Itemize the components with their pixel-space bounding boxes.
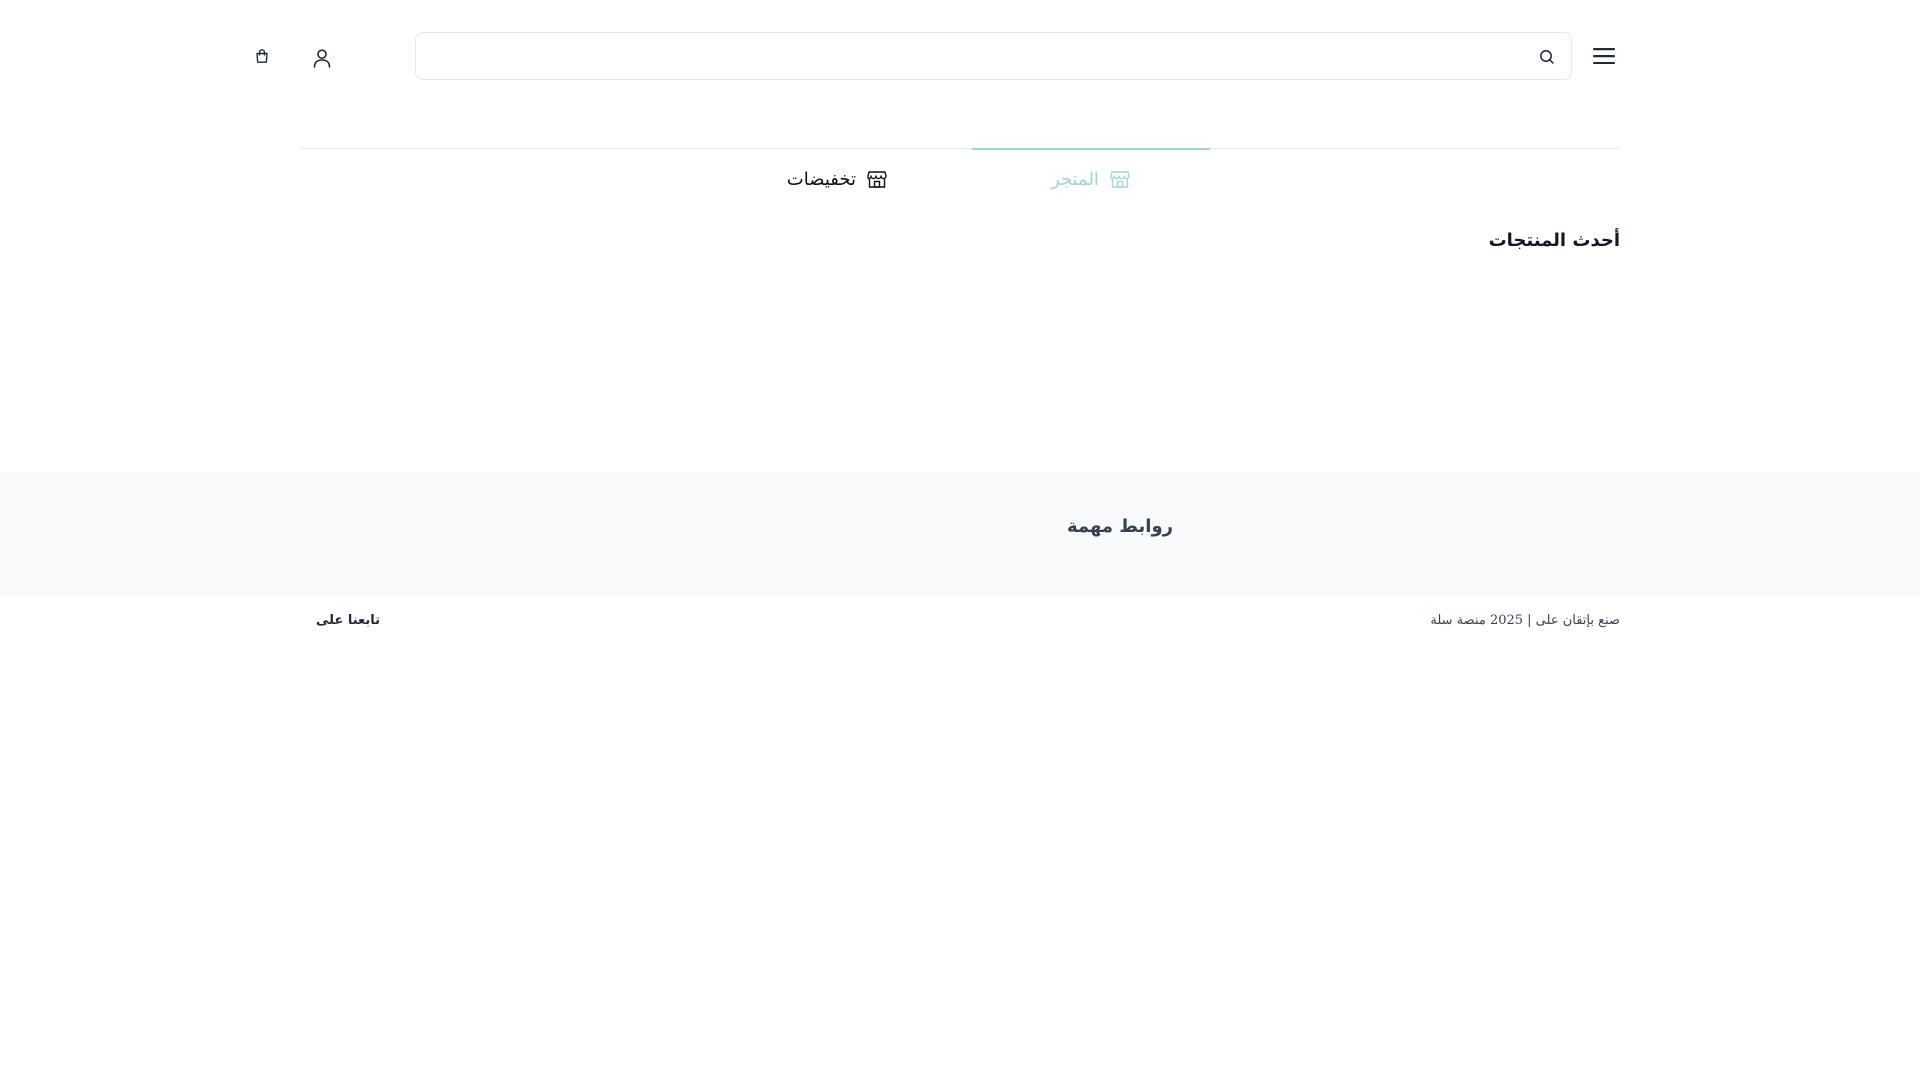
user-icon [313, 49, 331, 68]
footer-links-section: روابط مهمة [0, 472, 1920, 596]
footer-bottom: صنع بإتقان على | 2025 منصة سلة تابعنا عل… [300, 596, 1620, 652]
tab-discounts[interactable]: تخفيضات [778, 149, 888, 209]
follow-us-label: تابعنا على [316, 613, 381, 628]
shopping-bag-icon [256, 49, 268, 63]
page-container: المتجر تخفيضات أحدث المنتجات [256, 0, 1620, 472]
tab-store-label: المتجر [1051, 168, 1099, 190]
tab-store[interactable]: المتجر [972, 148, 1210, 208]
latest-products-title: أحدث المنتجات [1488, 230, 1620, 251]
cart-button[interactable] [248, 42, 276, 70]
tab-discounts-label: تخفيضات [786, 168, 856, 190]
menu-button[interactable] [1588, 40, 1620, 72]
store-icon [867, 171, 887, 188]
search-icon[interactable] [1537, 47, 1557, 67]
hamburger-menu-icon [1593, 48, 1615, 64]
main-content: أحدث المنتجات [300, 230, 1620, 472]
copyright-text: صنع بإتقان على | 2025 منصة سلة [1430, 613, 1620, 628]
account-button[interactable] [306, 42, 338, 74]
footer-links-title: روابط مهمة [1066, 516, 1173, 537]
store-icon [1110, 171, 1130, 188]
site-header [256, 0, 1620, 112]
search-input[interactable] [416, 33, 1571, 79]
search-box [415, 32, 1572, 80]
